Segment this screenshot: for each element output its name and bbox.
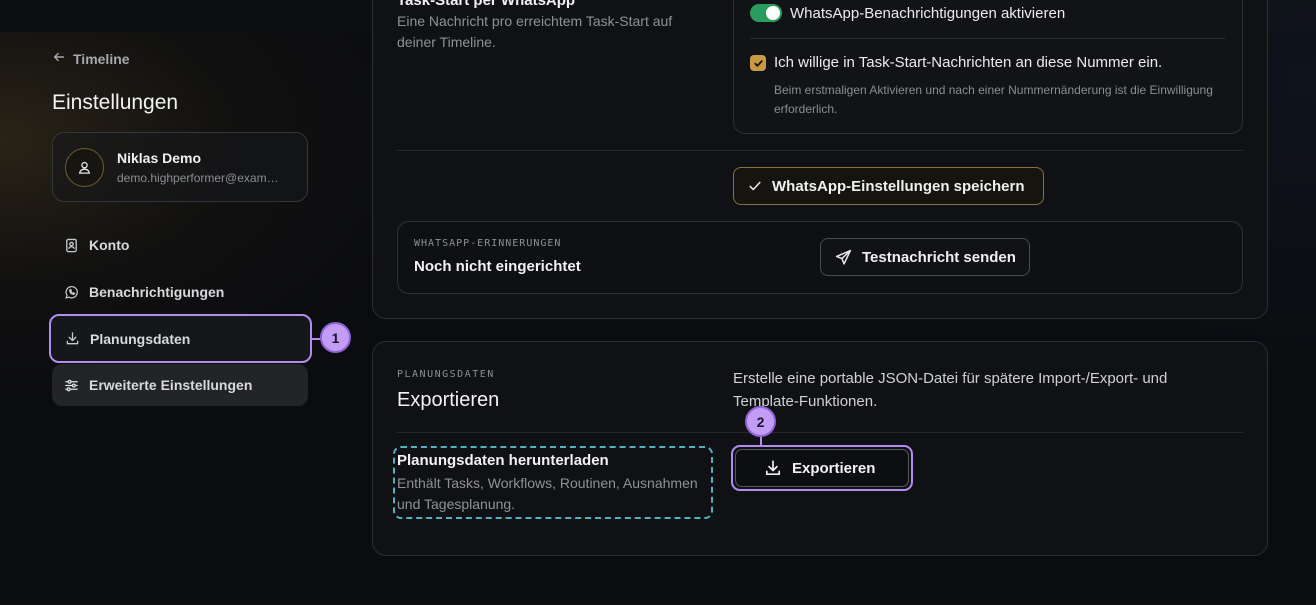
section-title: Task-Start per WhatsApp: [397, 0, 576, 9]
check-icon: [749, 181, 761, 191]
sidebar-item-label: Konto: [89, 237, 130, 253]
sliders-icon: [65, 379, 78, 391]
profile-card[interactable]: Niklas Demo demo.highperformer@exam…: [52, 132, 308, 202]
export-button-label: Exportieren: [792, 459, 876, 477]
test-button-label: Testnachricht senden: [862, 248, 1016, 266]
user-icon: [78, 161, 91, 174]
sidebar-item-erweiterte-einstellungen[interactable]: Erweiterte Einstellungen: [52, 364, 308, 406]
reminder-status: Noch nicht eingerichtet: [414, 258, 581, 275]
save-whatsapp-settings-button[interactable]: WhatsApp-Einstellungen speichern: [733, 167, 1044, 205]
sidebar-item-label: Erweiterte Einstellungen: [89, 377, 253, 393]
sidebar-item-label: Planungsdaten: [90, 330, 191, 347]
export-title: Exportieren: [397, 389, 500, 411]
annotation-badge: 2: [745, 406, 776, 437]
page-title: Einstellungen: [52, 91, 179, 114]
download-icon: [66, 332, 79, 345]
download-icon: [765, 460, 781, 476]
sidebar-item-benachrichtigungen[interactable]: Benachrichtigungen: [52, 271, 308, 313]
sidebar-item-planungsdaten[interactable]: Planungsdaten: [49, 314, 312, 363]
section-description: Eine Nachricht pro erreichtem Task-Start…: [397, 13, 673, 50]
avatar: [65, 148, 104, 187]
export-description: Erstelle eine portable JSON-Datei für sp…: [733, 370, 1168, 410]
whatsapp-notifications-toggle[interactable]: [750, 4, 782, 22]
checkmark-icon: [753, 59, 763, 67]
send-test-message-button[interactable]: Testnachricht senden: [820, 238, 1030, 276]
sidebar-item-label: Benachrichtigungen: [89, 284, 225, 300]
toggle-label: WhatsApp-Benachrichtigungen aktivieren: [790, 5, 1066, 22]
sidebar-item-konto[interactable]: Konto: [52, 224, 308, 266]
consent-label: Ich willige in Task-Start-Nachrichten an…: [774, 54, 1163, 71]
id-card-icon: [66, 238, 77, 252]
reminder-kicker: WHATSAPP-ERINNERUNGEN: [414, 238, 562, 249]
divider: [397, 432, 1243, 433]
back-to-timeline-link[interactable]: Timeline: [52, 50, 130, 67]
download-title: Planungsdaten herunterladen: [397, 452, 609, 469]
export-button[interactable]: Exportieren: [735, 449, 909, 487]
divider: [750, 38, 1225, 39]
whatsapp-icon: [65, 285, 78, 299]
annotation-badge: 1: [320, 322, 351, 353]
back-link-label: Timeline: [73, 50, 130, 67]
save-button-label: WhatsApp-Einstellungen speichern: [772, 177, 1025, 195]
download-description: Enthält Tasks, Workflows, Routinen, Ausn…: [397, 475, 698, 512]
profile-name: Niklas Demo: [117, 150, 202, 166]
arrow-left-icon: [52, 50, 66, 67]
export-kicker: PLANUNGSDATEN: [397, 369, 495, 380]
divider: [397, 150, 1243, 151]
consent-checkbox[interactable]: [750, 55, 766, 71]
consent-hint: Beim erstmaligen Aktivieren und nach ein…: [774, 83, 1213, 116]
profile-email: demo.highperformer@exam…: [117, 171, 279, 185]
send-icon: [835, 249, 852, 265]
